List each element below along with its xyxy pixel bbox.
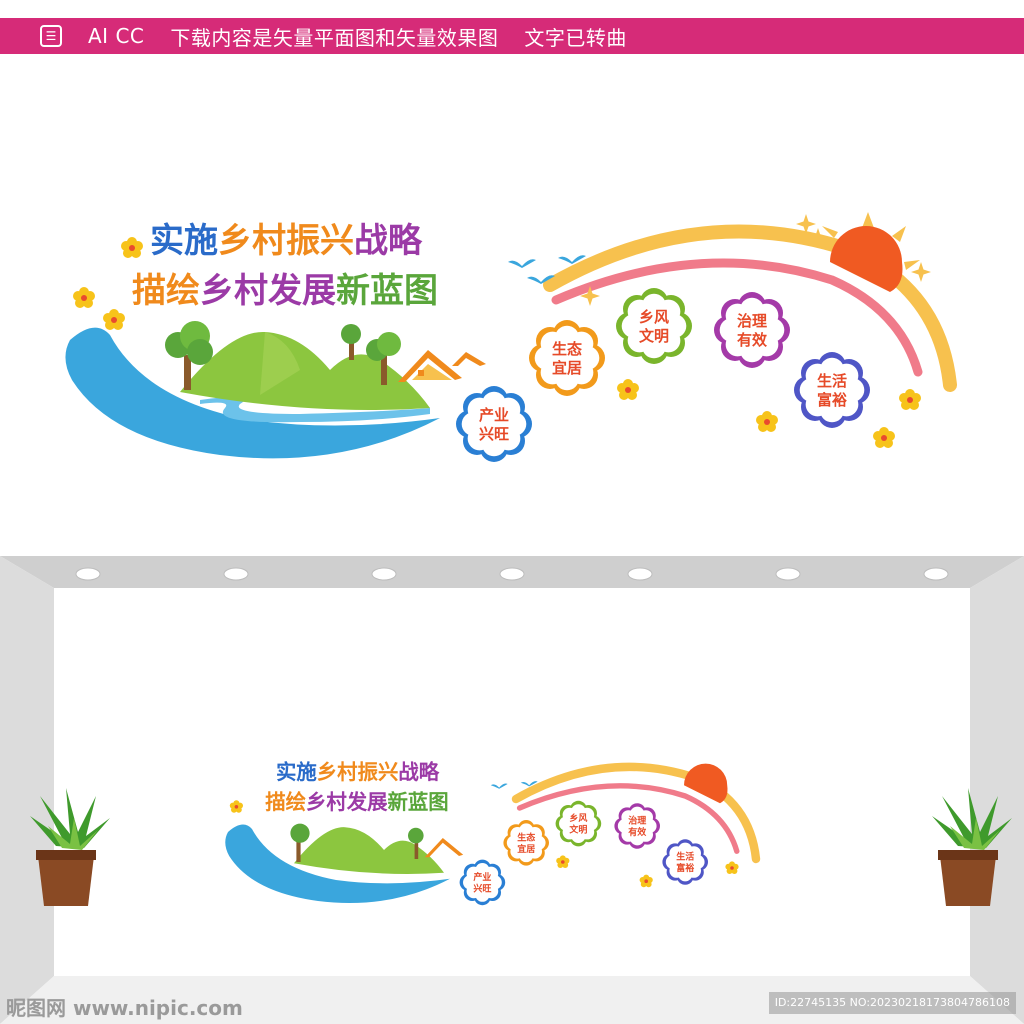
floor [0, 976, 1024, 1024]
flower-2-line2: 宜居 [552, 359, 582, 377]
wall-title-line2-c: 新蓝图 [388, 790, 449, 814]
title-line1-b: 乡村振兴 [218, 221, 354, 261]
decor-flower-7 [121, 237, 143, 258]
wall-flower-2-line1: 生态 [517, 831, 535, 843]
flower-badge-3: 乡风 文明 [616, 288, 692, 364]
title-line1-a: 实施 [150, 221, 218, 261]
title-line2-a: 描绘 [132, 271, 200, 311]
wall-title-line1-c: 战略 [398, 760, 439, 784]
flower-4-line2: 有效 [737, 331, 768, 349]
star-icon-2 [911, 262, 931, 282]
wall-title-line2-a: 描绘 [265, 790, 306, 814]
flower-5-line2: 富裕 [817, 391, 847, 409]
wall-flower-2-line2: 宜居 [517, 843, 535, 855]
room-mockup: 实施乡村振兴战略 描绘乡村发展新蓝图 产业 兴旺 生态 宜居 乡风 文明 治理 … [0, 556, 1024, 1024]
flower-1-line1: 产业 [479, 406, 509, 424]
bird-icon-1 [508, 259, 536, 268]
title-line2: 描绘乡村发展新蓝图 [132, 271, 438, 311]
decor-flower-6 [873, 427, 895, 448]
decor-flower-5 [899, 389, 921, 410]
design-artwork: 实施乡村振兴战略 描绘乡村发展新蓝图 产业 兴旺 生态 宜居 乡风 文明 治理 … [65, 212, 957, 462]
wall-flower-1-line2: 兴旺 [473, 882, 491, 894]
left-wall [0, 556, 54, 1024]
wall-title-line1-a: 实施 [276, 760, 317, 784]
flower-1-line2: 兴旺 [479, 425, 509, 443]
flower-3-line2: 文明 [639, 327, 669, 345]
title-line1-c: 战略 [354, 221, 423, 261]
title-line1: 实施乡村振兴战略 [150, 221, 423, 261]
wall-flower-5-line1: 生活 [676, 851, 694, 863]
wall-flower-3-line1: 乡风 [569, 813, 587, 824]
flower-badge-1: 产业 兴旺 [456, 386, 532, 462]
decor-flower-2 [103, 309, 125, 330]
flower-badge-4: 治理 有效 [714, 292, 790, 368]
flower-3-line1: 乡风 [639, 308, 669, 326]
house-icon [398, 350, 486, 382]
flower-badge-2: 生态 宜居 [529, 320, 605, 396]
flower-badge-5: 生活 富裕 [794, 352, 870, 428]
decor-flower-1 [73, 287, 95, 308]
wall-flower-1-line1: 产业 [473, 871, 491, 883]
decor-flower-4 [756, 411, 778, 432]
wall-title-line2-b: 乡村发展 [306, 790, 388, 814]
wall-flower-4-line2: 有效 [628, 826, 647, 838]
wall-flower-4-line1: 治理 [628, 815, 646, 827]
wall-flower-5-line2: 富裕 [676, 862, 694, 874]
wall-title-line1-b: 乡村振兴 [317, 760, 399, 784]
flower-2-line1: 生态 [552, 340, 582, 358]
wall-flower-3-line2: 文明 [568, 824, 587, 836]
title-line2-c: 新蓝图 [336, 271, 438, 311]
svg-text:描绘乡村发展新蓝图: 描绘乡村发展新蓝图 [265, 790, 449, 814]
flower-5-line1: 生活 [817, 372, 847, 390]
title-line2-b: 乡村发展 [200, 271, 336, 311]
decor-flower-3 [617, 379, 639, 400]
right-wall [970, 556, 1024, 1024]
flower-4-line1: 治理 [737, 312, 767, 330]
svg-text:实施乡村振兴战略: 实施乡村振兴战略 [276, 760, 440, 784]
back-wall [54, 588, 970, 976]
